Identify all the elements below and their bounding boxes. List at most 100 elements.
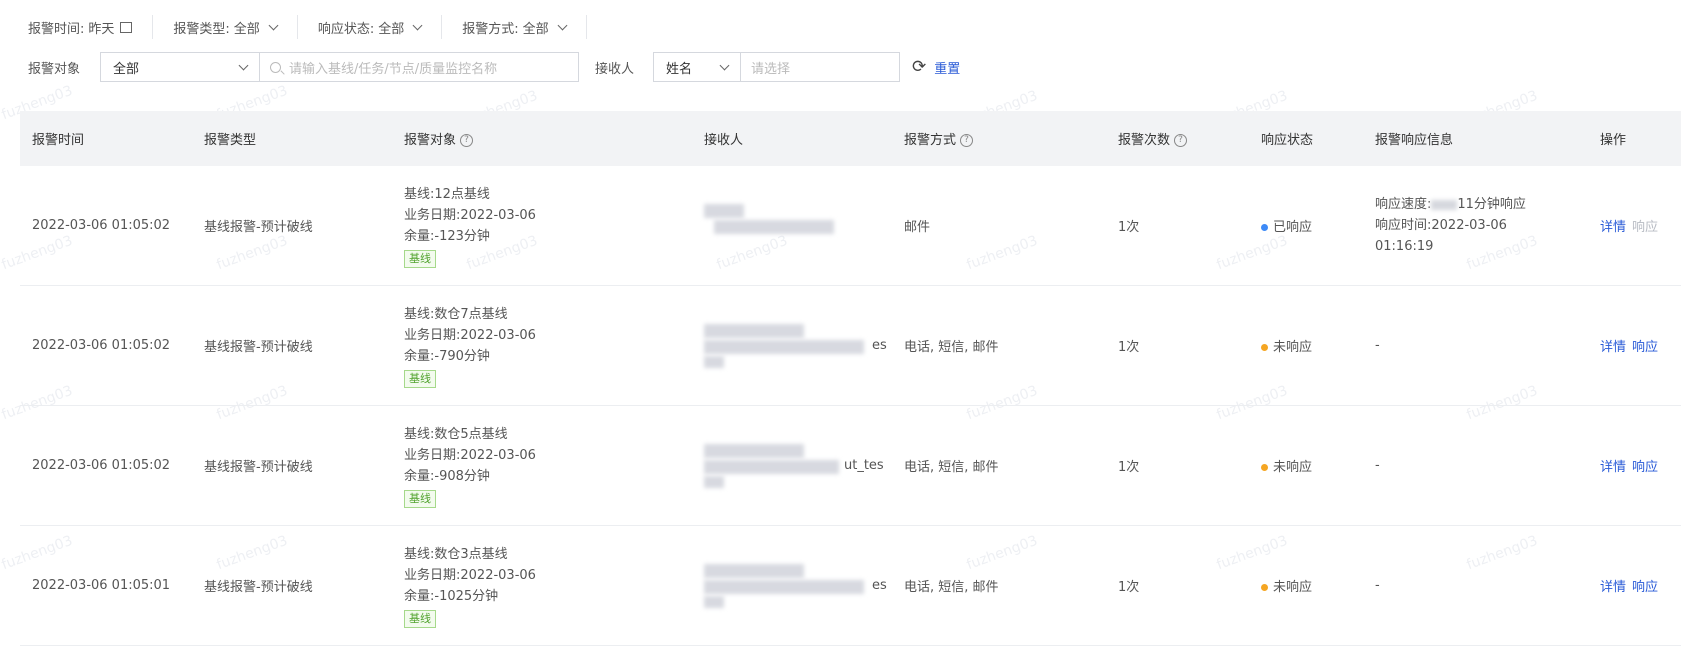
- reset-button[interactable]: ⟳ 重置: [912, 57, 960, 77]
- table-header-row: 报警时间 报警类型 报警对象? 接收人 报警方式? 报警次数? 响应状态 报警响…: [20, 111, 1681, 166]
- filter-bar: 报警时间: 昨天 报警类型: 全部 响应状态: 全部 报警方式: 全部: [28, 14, 587, 40]
- help-circle-icon[interactable]: ?: [460, 134, 474, 147]
- target-remain: 余量:-790分钟: [404, 348, 490, 364]
- response-speed-label: 响应速度:: [1375, 197, 1432, 212]
- receiver-type-select[interactable]: 姓名: [653, 52, 741, 82]
- response-time: 响应时间:2022-03-06 01:16:19: [1375, 218, 1507, 254]
- filter-alarm-type[interactable]: 报警类型: 全部: [153, 15, 298, 39]
- cell-target: 基线:数仓7点基线 业务日期:2022-03-06 余量:-790分钟 基线: [392, 285, 692, 406]
- alarm-table: 报警时间 报警类型 报警对象? 接收人 报警方式? 报警次数? 响应状态 报警响…: [20, 111, 1681, 646]
- filter-alarm-time[interactable]: 报警时间: 昨天: [28, 15, 154, 39]
- cell-time: 2022-03-06 01:05:02: [20, 166, 192, 286]
- respond-link: 响应: [1632, 220, 1659, 235]
- filter-label: 响应状态:: [317, 21, 375, 37]
- status-text: 未响应: [1273, 460, 1313, 475]
- cell-receiver: [692, 166, 892, 286]
- cell-time: 2022-03-06 01:05:01: [20, 525, 192, 646]
- detail-link[interactable]: 详情: [1600, 580, 1626, 595]
- cell-target: 基线:数仓3点基线 业务日期:2022-03-06 余量:-1025分钟 基线: [392, 525, 692, 646]
- target-date: 业务日期:2022-03-06: [404, 207, 536, 223]
- status-dot: [1261, 224, 1268, 231]
- target-select[interactable]: 全部: [100, 52, 260, 82]
- search-icon: [270, 61, 281, 73]
- help-circle-icon[interactable]: ?: [1174, 134, 1188, 147]
- respond-link[interactable]: 响应: [1632, 580, 1658, 595]
- chevron-down-icon: [557, 20, 568, 30]
- target-date: 业务日期:2022-03-06: [404, 327, 536, 343]
- cell-type: 基线报警-预计破线: [192, 405, 392, 526]
- filter-value: 全部: [233, 21, 260, 37]
- filter-bar-secondary: 报警对象 全部 请输入基线/任务/节点/质量监控名称 接收人 姓名 请选择 ⟳ …: [28, 51, 960, 83]
- detail-link[interactable]: 详情: [1600, 340, 1626, 355]
- cell-status: 未响应: [1249, 405, 1363, 526]
- header-receiver: 接收人: [692, 111, 892, 166]
- header-label: 报警对象: [404, 133, 457, 148]
- respond-link[interactable]: 响应: [1632, 460, 1658, 475]
- cell-target: 基线:数仓5点基线 业务日期:2022-03-06 余量:-908分钟 基线: [392, 405, 692, 526]
- receiver-select-input[interactable]: 请选择: [740, 52, 900, 82]
- filter-value: 全部: [522, 21, 549, 37]
- cell-receiver: es: [692, 285, 892, 406]
- cell-receiver: es: [692, 525, 892, 646]
- cell-method: 电话, 短信, 邮件: [892, 405, 1106, 526]
- cell-status: 已响应: [1249, 166, 1363, 286]
- cell-count: 1次: [1106, 525, 1249, 646]
- receiver-type-value: 姓名: [666, 61, 693, 77]
- cell-target: 基线:12点基线 业务日期:2022-03-06 余量:-123分钟 基线: [392, 166, 692, 286]
- receiver-label: 接收人: [595, 61, 635, 77]
- cell-receiver: ut_tes: [692, 405, 892, 526]
- receiver-redacted: es: [704, 323, 887, 368]
- cell-method: 邮件: [892, 166, 1106, 286]
- header-label: 报警方式: [904, 133, 957, 148]
- detail-link[interactable]: 详情: [1600, 460, 1626, 475]
- table-row: 2022-03-06 01:05:01 基线报警-预计破线 基线:数仓3点基线 …: [20, 525, 1681, 646]
- target-remain: 余量:-123分钟: [404, 228, 490, 244]
- cell-response-info: -: [1363, 285, 1588, 406]
- filter-value: 昨天: [88, 21, 115, 37]
- target-remain: 余量:-1025分钟: [404, 588, 499, 604]
- target-baseline: 基线:12点基线: [404, 186, 490, 202]
- baseline-tag: 基线: [404, 369, 436, 388]
- table-row: 2022-03-06 01:05:02 基线报警-预计破线 基线:12点基线 业…: [20, 166, 1681, 286]
- cell-time: 2022-03-06 01:05:02: [20, 285, 192, 406]
- filter-response-status[interactable]: 响应状态: 全部: [298, 15, 443, 39]
- status-dot: [1261, 464, 1268, 471]
- cell-actions: 详情 响应: [1588, 525, 1681, 646]
- header-response-status: 响应状态: [1249, 111, 1363, 166]
- target-search-input[interactable]: 请输入基线/任务/节点/质量监控名称: [259, 52, 579, 82]
- respond-link[interactable]: 响应: [1632, 340, 1658, 355]
- chevron-down-icon: [238, 60, 249, 70]
- refresh-icon: ⟳: [912, 57, 927, 77]
- cell-time: 2022-03-06 01:05:02: [20, 405, 192, 526]
- chevron-down-icon: [412, 20, 423, 30]
- cell-count: 1次: [1106, 405, 1249, 526]
- baseline-tag: 基线: [404, 249, 436, 268]
- header-alarm-count: 报警次数?: [1106, 111, 1249, 166]
- receiver-suffix: es: [872, 577, 887, 593]
- cell-response-info: -: [1363, 405, 1588, 526]
- receiver-suffix: es: [872, 337, 887, 353]
- baseline-tag: 基线: [404, 609, 436, 628]
- header-actions: 操作: [1588, 111, 1681, 166]
- filter-label: 报警时间:: [28, 21, 85, 37]
- header-alarm-type: 报警类型: [192, 111, 392, 166]
- filter-value: 全部: [378, 21, 405, 37]
- status-text: 未响应: [1273, 580, 1313, 595]
- response-speed-value: 11分钟响应: [1457, 197, 1526, 212]
- detail-link[interactable]: 详情: [1600, 220, 1626, 235]
- help-circle-icon[interactable]: ?: [960, 134, 974, 147]
- receiver-redacted: [704, 203, 884, 248]
- cell-response-info: -: [1363, 525, 1588, 646]
- chevron-down-icon: [719, 60, 730, 70]
- receiver-redacted: es: [704, 563, 887, 608]
- reset-label: 重置: [934, 61, 961, 77]
- cell-count: 1次: [1106, 166, 1249, 286]
- baseline-tag: 基线: [404, 489, 436, 508]
- filter-alarm-method[interactable]: 报警方式: 全部: [442, 15, 587, 39]
- target-label: 报警对象: [28, 61, 81, 77]
- header-response-info: 报警响应信息: [1363, 111, 1588, 166]
- status-text: 已响应: [1273, 220, 1313, 235]
- header-alarm-time: 报警时间: [20, 111, 192, 166]
- cell-type: 基线报警-预计破线: [192, 166, 392, 286]
- filter-label: 报警类型:: [173, 21, 230, 37]
